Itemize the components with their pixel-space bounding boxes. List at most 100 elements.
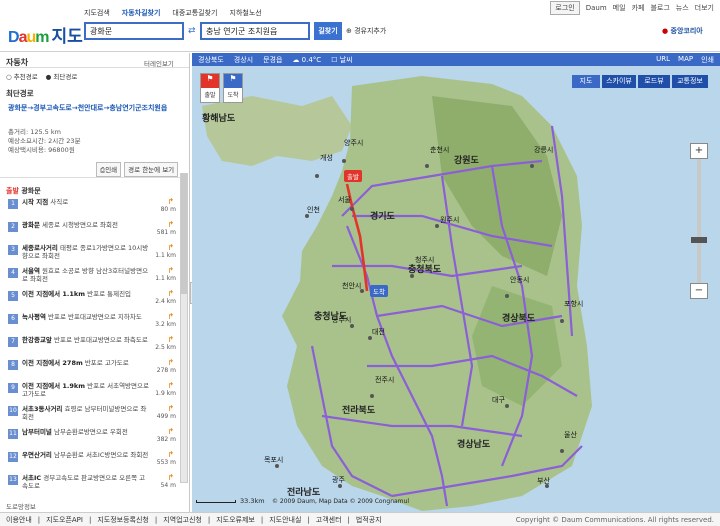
util-daum[interactable]: Daum — [586, 4, 607, 12]
option-recommended[interactable]: ○ 추천경로 — [6, 71, 38, 81]
korea-map-svg[interactable] — [192, 66, 720, 512]
tab-traffic[interactable]: 교통정보 — [672, 75, 708, 88]
swap-icon[interactable]: ⇄ — [188, 26, 196, 36]
route-step[interactable]: 11 남부터미널 남부순환로방면으로 우회전 ↱ 382 m — [8, 428, 176, 443]
scrollbar-thumb[interactable] — [181, 174, 187, 294]
flag-icon: ⚑ — [201, 74, 219, 88]
tab-skyview[interactable]: 스카이뷰 — [602, 75, 636, 88]
plus-icon: ⊕ — [346, 27, 355, 35]
step-number: 8 — [8, 360, 18, 370]
zoom-slider[interactable] — [691, 159, 707, 283]
zoom-in-button[interactable]: + — [690, 143, 708, 159]
step-desc: 남부순환로 서초IC방면으로 좌회전 — [53, 451, 149, 459]
turn-arrow-icon: ↱ — [167, 335, 174, 344]
weather-toggle[interactable]: ☐ 날씨 — [331, 55, 352, 65]
step-desc: 반포로 반포대교방면으로 좌측도로 — [53, 336, 148, 344]
scale-text: 33.3km — [240, 497, 265, 505]
route-step[interactable]: 8 이전 지점에서 278m 반포로 고가도로 ↱ 278 m — [8, 359, 176, 374]
footer-link[interactable]: 지도오픈API — [46, 515, 83, 525]
step-number: 9 — [8, 383, 18, 393]
service-transit-route[interactable]: 대중교통길찾기 — [172, 8, 217, 18]
destination-input[interactable]: 충남 연기군 조치원읍 — [200, 22, 310, 40]
region-gyeongbuk: 경상북도 — [502, 314, 536, 324]
step-distance: 2.4 km — [155, 298, 176, 305]
route-step[interactable]: 4 서울역 원효로 소공로 방향 남산3호터널방면으로 좌회전 ↱ 1.1 km — [8, 267, 176, 283]
footer-link[interactable]: 지역업고신청 — [163, 515, 202, 525]
service-map-search[interactable]: 지도검색 — [84, 8, 110, 18]
step-name: 광화문 — [22, 221, 40, 229]
footer-link[interactable]: 지도정보등록신청 — [97, 515, 149, 525]
start-marker[interactable]: 출발 — [344, 170, 362, 182]
find-route-button[interactable]: 길찾기 — [314, 22, 342, 40]
step-text: 이전 지점에서 278m 반포로 고가도로 — [22, 359, 176, 367]
daum-map-logo[interactable]: Daum 지도 — [8, 22, 83, 47]
login-button[interactable]: 로그인 — [550, 1, 580, 15]
util-news[interactable]: 뉴스 — [676, 3, 689, 13]
footer-link[interactable]: 지도안내실 — [269, 515, 301, 525]
turn-arrow-icon: ↱ — [167, 266, 174, 275]
zoom-handle[interactable] — [691, 237, 707, 243]
city-label: 안동시 — [510, 276, 530, 284]
tab-roadview[interactable]: 로드뷰 — [638, 75, 670, 88]
step-name: 우면산거리 — [22, 451, 52, 459]
route-stats: 총거리: 125.5 km 예상소요시간: 2시간 23분 예상택시비용: 96… — [8, 128, 81, 155]
util-mail[interactable]: 메일 — [613, 3, 626, 13]
route-step[interactable]: 10 서초3동사거리 효령로 남부터미널방면으로 좌회전 ↱ 499 m — [8, 405, 176, 421]
end-marker[interactable]: 도착 — [370, 285, 388, 297]
footer-link[interactable]: 이용안내 — [6, 515, 32, 525]
service-car-route[interactable]: 자동차길찾기 — [122, 8, 161, 18]
route-step[interactable]: 7 한강중교앞 반포로 반포대교방면으로 좌측도로 ↱ 2.5 km — [8, 335, 176, 351]
util-more[interactable]: 더보기 — [695, 3, 714, 13]
mapbar-province[interactable]: 경상북도 — [198, 55, 224, 65]
print-button[interactable]: ⎙인쇄 — [96, 162, 122, 177]
util-blog[interactable]: 블로그 — [650, 3, 669, 13]
flag-icon: ⚑ — [224, 74, 242, 88]
end-pin-button[interactable]: ⚑ 도착 — [223, 73, 243, 103]
bottom-link[interactable]: 도로망정보 — [6, 501, 36, 511]
route-step[interactable]: 12 우면산거리 남부순환로 서초IC방면으로 좌회전 ↱ 553 m — [8, 450, 176, 466]
turn-arrow-icon: ↱ — [167, 404, 174, 413]
footer-link[interactable]: 법적공지 — [356, 515, 382, 525]
print-map-button[interactable]: 인쇄 — [701, 55, 714, 65]
city-label: 강릉시 — [534, 146, 554, 154]
origin-input[interactable]: 광화문 — [84, 22, 184, 40]
route-summary-link[interactable]: 광화문→경부고속도로→천안대로→충남연기군조치원읍 — [8, 103, 174, 113]
map-button[interactable]: MAP — [678, 55, 693, 65]
step-number: 5 — [8, 291, 18, 301]
step-number: 2 — [8, 222, 18, 232]
mapbar-town[interactable]: 문경읍 — [263, 55, 282, 65]
step-text: 서초3동사거리 효령로 남부터미널방면으로 좌회전 — [22, 405, 176, 421]
route-step[interactable]: 2 광화문 세종로 시청방면으로 좌회전 ↱ 581 m — [8, 221, 176, 236]
add-waypoint-button[interactable]: ⊕ 경유지추가 — [346, 26, 386, 36]
route-step[interactable]: 13 서초IC 경부고속도로 판교방면으로 오른쪽 고속도로 ↱ 54 m — [8, 474, 176, 490]
route-step[interactable]: 1 시작 지점 사직로 ↱ 80 m — [8, 198, 176, 213]
map-area[interactable]: 경상북도 경상시 문경읍 ☁ 0.4°C ☐ 날씨 URL MAP 인쇄 황해남… — [192, 53, 720, 512]
turn-arrow-icon: ↱ — [167, 450, 174, 459]
option-shortest[interactable]: ● 최단경로 — [46, 71, 78, 81]
temp-text: 0.4°C — [301, 55, 322, 64]
footer-link[interactable]: 지도오류제보 — [216, 515, 255, 525]
mapbar-city[interactable]: 경상시 — [234, 55, 253, 65]
overview-button[interactable]: 경로 한눈에 보기 — [124, 162, 179, 177]
url-button[interactable]: URL — [656, 55, 670, 65]
region-selector[interactable]: ● 중앙코리아 — [662, 26, 703, 36]
util-cafe[interactable]: 카페 — [632, 3, 645, 13]
step-number: 10 — [8, 406, 18, 416]
city-label: 청주시 — [415, 256, 435, 264]
start-pin-button[interactable]: ⚑ 출발 — [200, 73, 220, 103]
city-label: 서울 — [338, 196, 351, 204]
sidebar-scrollbar[interactable] — [180, 173, 188, 483]
route-step[interactable]: 5 이전 지점에서 1.1km 반포로 통제진입 ↱ 2.4 km — [8, 290, 176, 305]
route-step[interactable]: 9 이전 지점에서 1.9km 반포로 서초역방면으로 고가도로 ↱ 1.9 km — [8, 382, 176, 398]
route-step[interactable]: 6 녹사평역 반포로 반포대교방면으로 지하차도 ↱ 3.2 km — [8, 313, 176, 328]
city-label: 전주시 — [375, 376, 395, 384]
route-step[interactable]: 3 세종로사거리 태평로 종로1가방면으로 10시방향으로 좌회전 ↱ 1.1 km — [8, 244, 176, 260]
step-text: 우면산거리 남부순환로 서초IC방면으로 좌회전 — [22, 451, 176, 459]
footer-link[interactable]: 고객센터 — [316, 515, 342, 525]
step-distance: 2.5 km — [155, 344, 176, 351]
zoom-out-button[interactable]: − — [690, 283, 708, 299]
tab-map[interactable]: 지도 — [572, 75, 600, 88]
step-distance: 54 m — [160, 482, 176, 489]
step-distance: 80 m — [160, 206, 176, 213]
service-subway[interactable]: 지하철노선 — [230, 8, 262, 18]
